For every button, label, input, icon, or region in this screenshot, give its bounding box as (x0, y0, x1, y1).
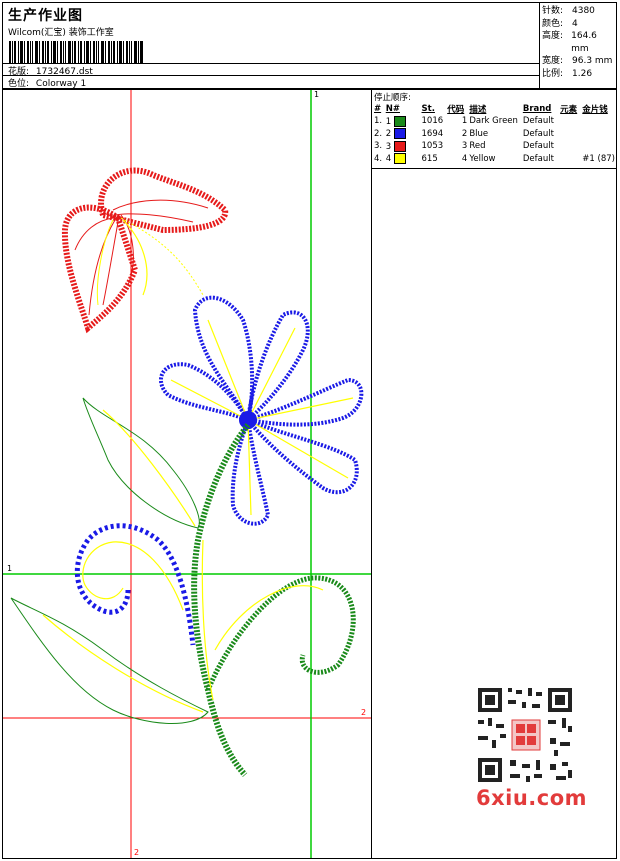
embroidery-artwork (3, 90, 371, 858)
stem-motif (191, 423, 356, 777)
colorway-value: Colorway 1 (35, 79, 87, 89)
col-header-sequin: 金片钱 (582, 104, 608, 115)
colorway-label: 色位: (8, 79, 30, 89)
legend-table: # N# St. 代码 描述 Brand 元素 金片钱 1. 1 1016 1 … (373, 102, 616, 165)
watermark-text: 6xiu.com (476, 786, 588, 810)
butterfly-motif (61, 167, 229, 334)
stat-scale: 比例: 1.26 (542, 68, 593, 79)
leaf-motif (10, 397, 209, 725)
curl-motif (74, 523, 196, 646)
color-swatch-blue (393, 128, 406, 140)
col-header-element: 元素 (560, 104, 578, 115)
col-header-stitches: St. (421, 103, 435, 114)
stat-colors: 颜色: 4 (542, 18, 578, 29)
page-title: 生产作业图 (8, 8, 83, 24)
guide-label-bottom-red: 2 (134, 848, 140, 857)
studio-name: Wilcom(汇宝) 装饰工作室 (8, 28, 114, 38)
color-swatch-green (393, 115, 406, 127)
col-header-code: 代码 (447, 104, 465, 115)
stat-height: 高度: 164.6 mm (542, 31, 597, 54)
qr-code-icon (470, 680, 580, 790)
stat-stitches: 针数: 4380 (542, 6, 595, 16)
guide-label-right-red: 2 (361, 708, 367, 717)
colorway-row: 色位: Colorway 1 (8, 76, 86, 89)
flower-motif (158, 295, 364, 526)
embroidery-design-canvas: 1 1 2 2 (2, 89, 372, 859)
col-header-needle: N# (385, 103, 400, 114)
col-header-index: # (374, 103, 382, 114)
col-header-brand: Brand (522, 103, 552, 114)
stat-width: 宽度: 96.3 mm (542, 56, 613, 66)
header-info-panel: 生产作业图 Wilcom(汇宝) 装饰工作室 花版: 1732467.dst 色… (2, 2, 540, 89)
legend-header-row: # N# St. 代码 描述 Brand 元素 金片钱 (373, 102, 616, 115)
legend-row: 4. 4 615 4 Yellow Default #1 (87) (374, 153, 615, 165)
guide-label-left-green: 1 (7, 564, 13, 573)
stats-panel: 针数: 4380 颜色: 4 高度: 164.6 mm 宽度: 96.3 mm 比例: 1… (540, 2, 617, 89)
legend-row: 1. 1 1016 1 Dark Green Default (374, 115, 554, 127)
color-swatch-red (393, 140, 406, 152)
guide-label-top-green: 1 (314, 90, 320, 99)
col-header-description: 描述 (469, 104, 487, 115)
barcode-image (9, 41, 143, 63)
stop-sequence-legend: 停止顺序: # N# St. 代码 描述 Brand 元素 金片钱 1. 1 1… (371, 89, 617, 169)
color-swatch-yellow (393, 153, 406, 165)
legend-row: 2. 2 1694 2 Blue Default (374, 128, 554, 140)
legend-row: 3. 3 1053 3 Red Default (374, 140, 554, 152)
